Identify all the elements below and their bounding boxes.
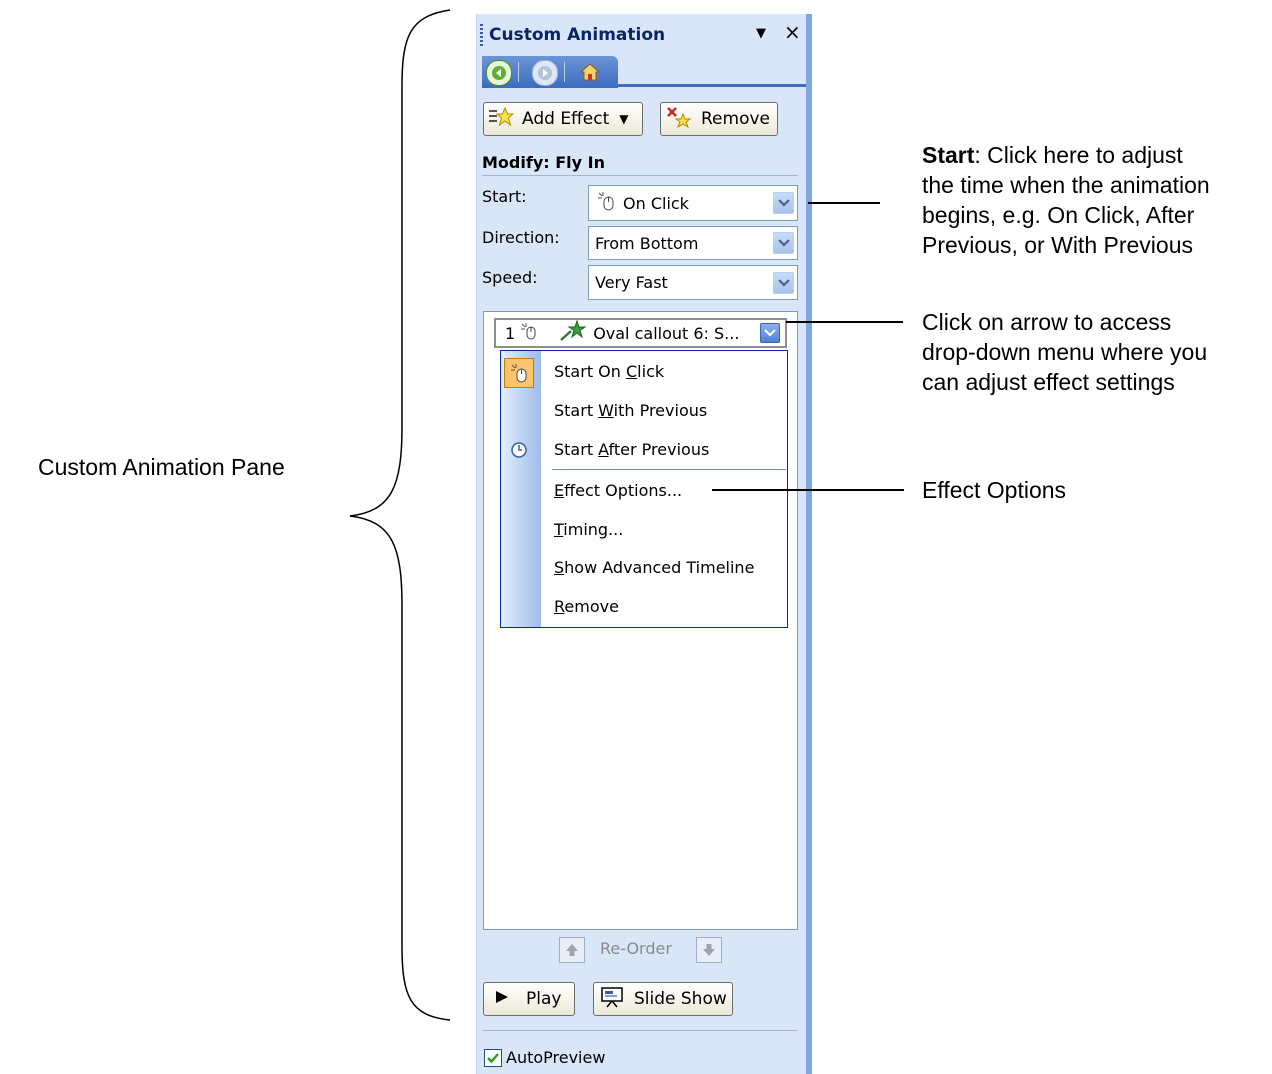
nav-separator [564,62,565,82]
start-dropdown[interactable]: On Click [588,185,798,221]
slide-show-icon [600,986,626,1013]
speed-dropdown[interactable]: Very Fast [588,265,798,300]
pane-menu-dropdown-icon[interactable]: ▼ [756,26,766,41]
direction-value: From Bottom [595,233,699,253]
mouse-click-icon [595,190,623,216]
back-icon[interactable] [486,60,512,86]
mouse-click-icon [504,358,534,388]
mouse-click-icon [519,321,545,345]
effect-options-annotation: Effect Options [922,477,1067,503]
pane-annotation: Custom Animation Pane [38,454,285,480]
pane-title: Custom Animation [489,25,666,45]
modify-header: Modify: Fly In [482,153,605,172]
nav-separator [518,62,519,82]
play-icon [494,989,516,1010]
autopreview-label: AutoPreview [506,1048,606,1067]
effect-item-label: Oval callout 6: S... [593,323,740,343]
footer-divider [482,1030,798,1031]
effect-item-dropdown-arrow-icon[interactable] [760,323,780,343]
start-dropdown-arrow-icon[interactable] [773,192,794,214]
fly-in-effect-icon [559,319,589,346]
forward-icon[interactable] [532,60,558,86]
autopreview-checkbox[interactable] [484,1049,502,1067]
menu-item-start-with-previous[interactable]: Start With Previous [554,401,707,420]
menu-icon-gutter [501,351,541,627]
arrow-annotation: Click on arrow to access drop-down menu … [922,309,1208,395]
checkmark-icon [487,1053,499,1064]
speed-label: Speed: [482,268,538,287]
add-effect-icon [488,106,515,133]
remove-label: Remove [701,109,770,129]
chevron-down-icon: ▼ [619,112,629,126]
effect-options-callout-line [712,489,904,491]
slide-show-label: Slide Show [634,989,727,1009]
start-annotation: Start: Click here to adjust the time whe… [922,142,1210,258]
reorder-label: Re-Order [600,939,672,958]
remove-effect-icon [665,106,692,133]
pane-close-icon[interactable]: × [784,22,801,42]
speed-value: Very Fast [595,273,668,292]
modify-divider [482,175,798,176]
direction-label: Direction: [482,228,560,247]
direction-dropdown[interactable]: From Bottom [588,226,798,260]
remove-button[interactable]: Remove [660,102,778,136]
clock-icon [510,441,528,459]
pane-brace [349,9,451,1021]
pane-grip-handle[interactable] [480,24,483,46]
menu-item-remove[interactable]: Remove [554,597,619,616]
menu-item-start-on-click[interactable]: Start On Click [554,362,664,381]
menu-item-start-after-previous[interactable]: Start After Previous [554,440,709,459]
direction-dropdown-arrow-icon[interactable] [773,232,794,254]
home-icon[interactable] [578,60,602,84]
add-effect-button[interactable]: Add Effect ▼ [483,102,643,136]
play-label: Play [526,989,562,1009]
start-value: On Click [623,193,689,213]
speed-dropdown-arrow-icon[interactable] [773,271,794,294]
menu-separator [552,469,786,470]
add-effect-label: Add Effect [522,109,610,129]
menu-item-effect-options[interactable]: Effect Options... [554,481,682,500]
move-up-icon[interactable] [559,937,585,963]
play-button[interactable]: Play [483,982,575,1016]
effect-list-item[interactable]: 1 Oval callout 6: S... [494,318,787,348]
slide-show-button[interactable]: Slide Show [593,982,733,1016]
effect-order-number: 1 [505,323,516,343]
move-down-icon[interactable] [696,937,722,963]
pane-border [806,14,812,1074]
menu-item-show-advanced-timeline[interactable]: Show Advanced Timeline [554,558,754,577]
menu-item-timing[interactable]: Timing... [554,520,623,539]
arrow-callout-line [786,321,903,323]
start-label: Start: [482,187,527,206]
start-callout-line [808,202,880,204]
